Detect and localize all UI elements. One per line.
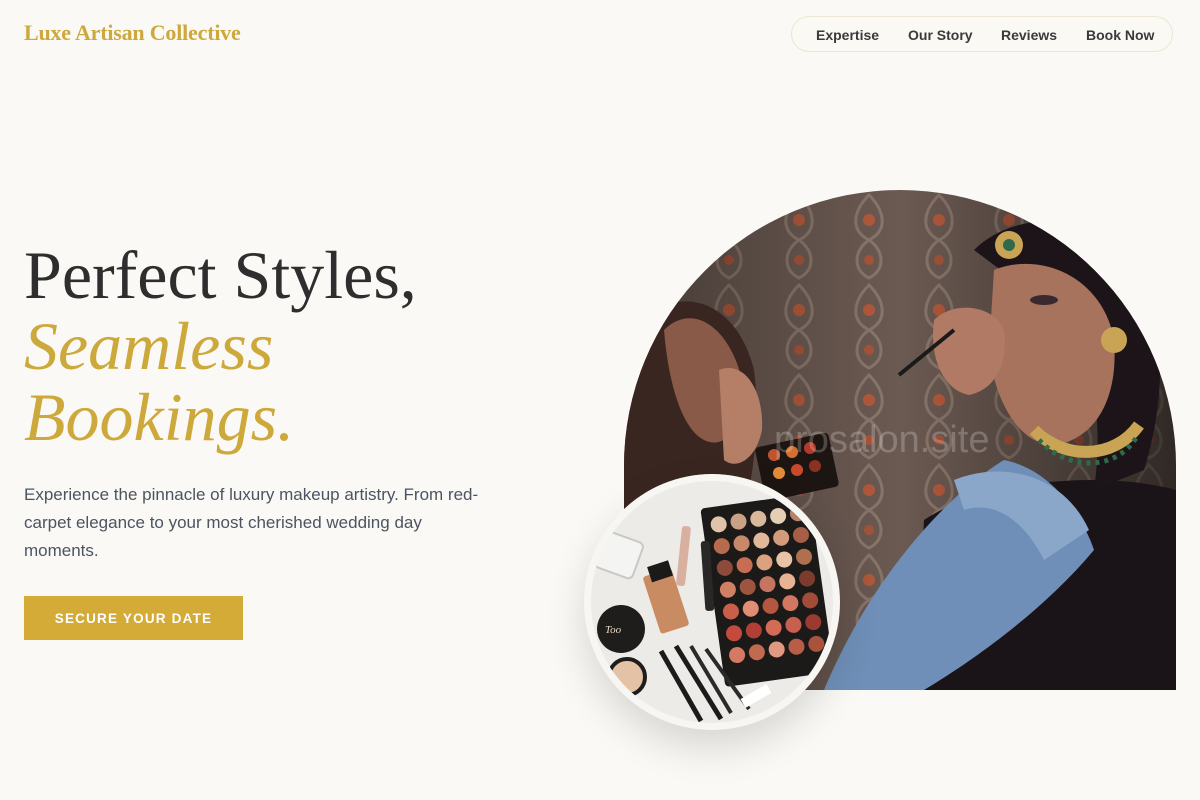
svg-text:Too: Too <box>605 624 622 636</box>
brand-logo[interactable]: Luxe Artisan Collective <box>24 20 241 46</box>
nav-link-our-story[interactable]: Our Story <box>908 27 973 43</box>
main-photo-watermark: prosalon.site <box>774 419 989 461</box>
hero-title-line1: Perfect Styles, <box>24 237 417 313</box>
hero-description: Experience the pinnacle of luxury makeup… <box>24 485 479 560</box>
hero-secondary-photo: Too <box>584 474 840 730</box>
nav-link-reviews[interactable]: Reviews <box>1001 27 1057 43</box>
nav-link-book-now[interactable]: Book Now <box>1086 27 1154 43</box>
hero-title-line3: Bookings. <box>24 379 295 455</box>
hero-title: Perfect Styles, Seamless Bookings. <box>24 240 417 453</box>
nav-link-expertise[interactable]: Expertise <box>816 27 879 43</box>
makeup-products-image: Too <box>591 481 833 723</box>
hero-title-line2: Seamless <box>24 308 274 384</box>
main-nav: Expertise Our Story Reviews Book Now <box>791 16 1173 52</box>
secure-date-button[interactable]: SECURE YOUR DATE <box>24 596 243 640</box>
